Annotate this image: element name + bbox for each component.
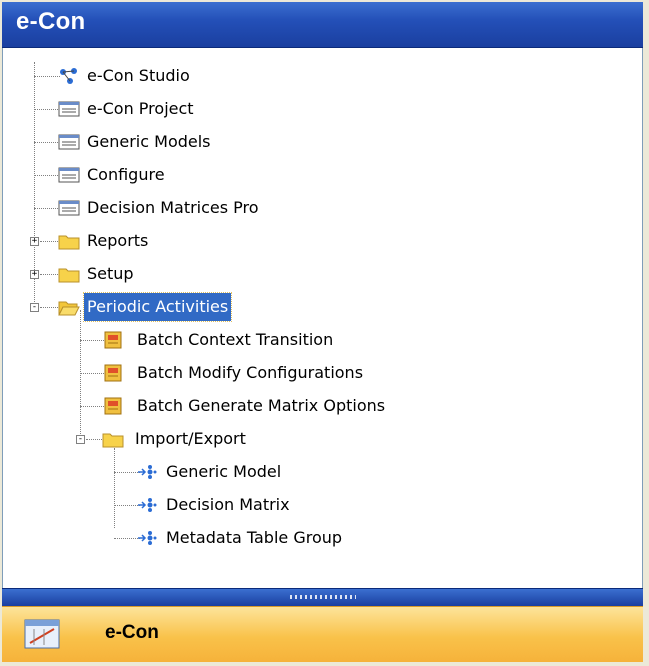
form-icon (58, 200, 80, 216)
pane-title: e-Con (16, 8, 86, 35)
module-button-label: e-Con (105, 622, 159, 643)
navigation-pane: e-Con e-Con Studio e-Con Project Generic… (0, 0, 649, 666)
report-icon (104, 397, 122, 415)
econ-module-icon (24, 619, 60, 649)
report-icon (104, 364, 122, 382)
action-icon (138, 531, 157, 545)
form-icon (58, 101, 80, 117)
folder-icon (58, 235, 80, 250)
collapse-import-export-toggle[interactable]: - (76, 435, 85, 444)
expand-setup-toggle[interactable]: + (30, 270, 39, 279)
action-icon (138, 465, 157, 479)
collapse-periodic-activities-toggle[interactable]: - (30, 303, 39, 312)
folder-icon (58, 268, 80, 283)
network-icon (60, 68, 77, 84)
module-button-econ[interactable]: e-Con (2, 606, 643, 662)
pane-header: e-Con (2, 2, 643, 48)
report-icon (104, 331, 122, 349)
expand-reports-toggle[interactable]: + (30, 237, 39, 246)
form-icon (58, 167, 80, 183)
splitter-grip[interactable] (290, 595, 356, 599)
folder-open-icon (58, 301, 80, 316)
form-icon (58, 134, 80, 150)
folder-icon (102, 433, 124, 448)
pane-splitter[interactable] (2, 588, 643, 606)
action-icon (138, 498, 157, 512)
navigation-tree: e-Con Studio e-Con Project Generic Model… (2, 48, 643, 588)
